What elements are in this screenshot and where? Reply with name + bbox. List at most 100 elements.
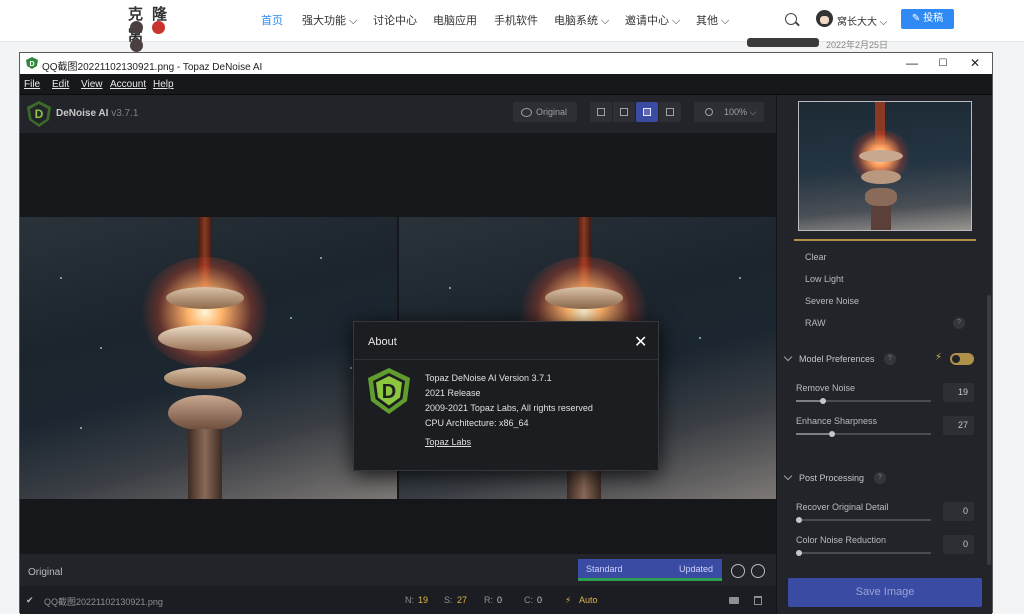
svg-text:D: D xyxy=(29,61,34,68)
about-dialog-title: About xyxy=(368,336,397,348)
svg-text:D: D xyxy=(35,107,44,121)
brand-version: v3.7.1 xyxy=(111,108,139,119)
app-body: D DeNoise AI v3.7.1 Original 100% ⌵ Orig… xyxy=(20,95,992,614)
save-image-button[interactable]: Save Image xyxy=(788,578,982,607)
check-icon: ✔ xyxy=(26,595,34,605)
denoise-logo-icon: D xyxy=(27,101,51,127)
denoise-logo-icon: D xyxy=(368,368,410,414)
trash-icon[interactable] xyxy=(754,596,762,605)
enhance-sharpness-label: Enhance Sharpness xyxy=(796,416,878,426)
close-window-button[interactable]: ✕ xyxy=(958,54,992,73)
nav-home[interactable]: 首页 xyxy=(261,12,283,28)
mode-updated-tab[interactable]: Updated xyxy=(679,564,713,574)
auto-mode[interactable]: Auto xyxy=(579,595,598,605)
model-severe-noise[interactable]: Severe Noise xyxy=(805,296,859,306)
post-button[interactable]: ✎ 投稿 xyxy=(901,9,954,29)
nav-other[interactable]: 其他 ⌵ xyxy=(696,12,729,28)
recover-detail-input[interactable]: 0 xyxy=(943,502,974,521)
chevron-down-icon: ⌵ xyxy=(749,107,757,117)
tower-image xyxy=(140,217,270,499)
avatar[interactable] xyxy=(816,10,833,27)
recover-label: R: xyxy=(484,595,493,605)
nav-mobile[interactable]: 手机软件 xyxy=(494,12,538,28)
enhance-sharpness-input[interactable]: 27 xyxy=(943,416,974,435)
color-noise-input[interactable]: 0 xyxy=(943,535,974,554)
auto-toggle[interactable] xyxy=(950,353,974,365)
site-header: 克隆窝 首页 强大功能 ⌵ 讨论中心 电脑应用 手机软件 电脑系统 ⌵ 邀请中心… xyxy=(0,0,1024,52)
model-mode-tabs: Standard Updated xyxy=(578,559,722,581)
post-processing-help-icon[interactable]: ? xyxy=(874,472,886,484)
sharpness-label: S: xyxy=(444,595,453,605)
maximize-button[interactable]: ☐ xyxy=(926,54,960,73)
mode-standard-tab[interactable]: Standard xyxy=(586,564,623,574)
close-icon[interactable]: ✕ xyxy=(634,332,647,352)
enhance-sharpness-slider[interactable] xyxy=(796,431,931,437)
view-side-by-side-button[interactable] xyxy=(636,102,658,122)
menu-help[interactable]: Help xyxy=(153,79,174,90)
image-status-row[interactable]: ✔ QQ截图20221102130921.png N: 19 S: 27 R: … xyxy=(20,586,776,614)
nav-features[interactable]: 强大功能 ⌵ xyxy=(302,12,357,28)
post-processing-title[interactable]: Post Processing xyxy=(799,473,864,483)
raw-help-icon[interactable]: ? xyxy=(953,317,965,329)
chevron-down-icon[interactable] xyxy=(783,471,793,481)
nav-systems[interactable]: 电脑系统 ⌵ xyxy=(554,12,609,28)
remove-noise-label: Remove Noise xyxy=(796,383,856,393)
user-menu[interactable]: 窝长大大 ⌵ xyxy=(837,13,887,28)
sidebar-scrollbar[interactable] xyxy=(987,295,991,565)
color-noise-slider[interactable] xyxy=(796,550,931,556)
svg-text:D: D xyxy=(382,381,396,403)
search-icon[interactable] xyxy=(785,13,797,25)
color-noise-label: Color Noise Reduction xyxy=(796,535,887,545)
bolt-icon: ⚡ xyxy=(565,595,572,605)
menu-account[interactable]: Account xyxy=(110,79,146,90)
original-image-pane[interactable] xyxy=(20,217,397,499)
about-cpu-arch: CPU Architecture: x86_64 xyxy=(425,418,529,428)
minimize-button[interactable]: — xyxy=(895,54,929,73)
nav-discussion[interactable]: 讨论中心 xyxy=(373,12,417,28)
menu-edit[interactable]: Edit xyxy=(52,79,69,90)
camera-icon[interactable] xyxy=(729,597,739,604)
color-value: 0 xyxy=(537,595,543,605)
recover-value: 0 xyxy=(497,595,503,605)
app-icon: D xyxy=(26,57,38,69)
nav-pc-apps[interactable]: 电脑应用 xyxy=(433,12,477,28)
settings-sidebar: Clear Low Light Severe Noise RAW ? Model… xyxy=(776,95,992,614)
view-single-button[interactable] xyxy=(590,102,612,122)
site-logo[interactable]: 克隆窝 xyxy=(128,3,190,52)
nav-invite[interactable]: 邀请中心 ⌵ xyxy=(625,12,680,28)
title-bar[interactable]: D QQ截图20221102130921.png - Topaz DeNoise… xyxy=(20,53,992,74)
remove-noise-slider[interactable] xyxy=(796,398,931,404)
recover-detail-slider[interactable] xyxy=(796,517,931,523)
menu-file[interactable]: File xyxy=(24,79,40,90)
thumbs-down-feedback-icon[interactable] xyxy=(751,564,765,578)
about-dialog-header: About ✕ xyxy=(354,322,658,360)
brand-name: DeNoise AI v3.7.1 xyxy=(56,108,139,119)
window-title: QQ截图20221102130921.png - Topaz DeNoise A… xyxy=(42,62,263,73)
about-dialog: About ✕ D Topaz DeNoise AI Version 3.7.1… xyxy=(353,321,659,471)
view-split-button[interactable] xyxy=(613,102,635,122)
model-divider xyxy=(794,239,976,241)
model-prefs-help-icon[interactable]: ? xyxy=(884,353,896,365)
thumbs-up-feedback-icon[interactable] xyxy=(731,564,745,578)
model-low-light[interactable]: Low Light xyxy=(805,274,844,284)
menu-bar: File Edit View Account Help xyxy=(20,74,992,95)
navigator-preview[interactable] xyxy=(798,101,972,231)
background-thumbnail xyxy=(747,38,819,47)
original-toggle-button[interactable]: Original xyxy=(513,102,577,122)
about-copyright: 2009-2021 Topaz Labs, All rights reserve… xyxy=(425,403,593,413)
model-raw[interactable]: RAW xyxy=(805,318,826,328)
menu-view[interactable]: View xyxy=(81,79,103,90)
background-date: 2022年2月25日 xyxy=(826,40,889,50)
model-clear[interactable]: Clear xyxy=(805,252,827,262)
topaz-labs-link[interactable]: Topaz Labs xyxy=(425,437,471,447)
original-label: Original xyxy=(28,567,63,578)
toolbar: D DeNoise AI v3.7.1 Original 100% ⌵ xyxy=(20,95,776,133)
sharpness-value: 27 xyxy=(457,595,468,605)
color-label: C: xyxy=(524,595,533,605)
app-window: D QQ截图20221102130921.png - Topaz DeNoise… xyxy=(19,52,993,614)
view-quad-button[interactable] xyxy=(659,102,681,122)
remove-noise-input[interactable]: 19 xyxy=(943,383,974,402)
model-preferences-title[interactable]: Model Preferences xyxy=(799,354,875,364)
zoom-select[interactable]: 100% ⌵ xyxy=(694,102,764,122)
chevron-down-icon[interactable] xyxy=(783,352,793,362)
